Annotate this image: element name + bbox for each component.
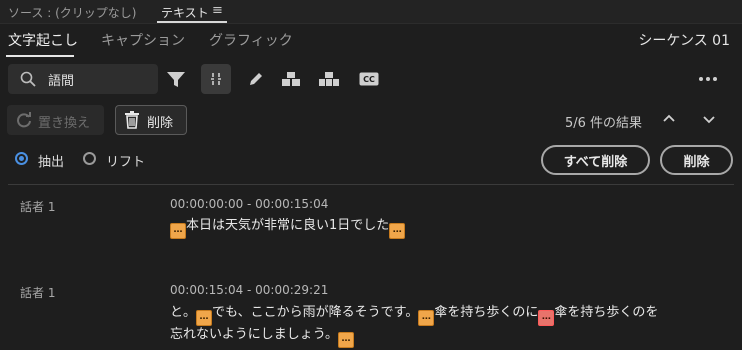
merge-clips-icon[interactable]: [316, 64, 342, 94]
sequence-name[interactable]: シーケンス 01: [638, 30, 730, 50]
transcript-text[interactable]: … 本日は天気が非常に良い1日でした…: [170, 214, 406, 239]
delete-label: 削除: [147, 116, 174, 131]
divider: [8, 184, 734, 185]
selected-pause-marker[interactable]: …: [538, 310, 555, 326]
search-icon: [20, 71, 36, 87]
lift-label[interactable]: リフト: [106, 151, 145, 170]
extract-radio[interactable]: [15, 152, 28, 165]
panel-header: ソース : (クリップなし) テキスト ≡: [0, 0, 742, 24]
pause-marker[interactable]: …: [389, 223, 406, 239]
replace-label: 置き換え: [38, 116, 91, 131]
delete-button[interactable]: 削除: [115, 105, 187, 135]
replace-button[interactable]: 置き換え: [7, 105, 104, 135]
hamburger-menu-icon[interactable]: ≡: [212, 3, 223, 18]
pause-marker[interactable]: …: [418, 310, 435, 326]
segment-text[interactable]: でも、ここから雨が降るそうです。: [212, 305, 418, 320]
timecode: 00:00:00:00 - 00:00:15:04: [170, 197, 329, 211]
tab-bar: 文字起こし キャプション グラフィック シーケンス 01: [0, 24, 742, 58]
segment-text[interactable]: 傘を持ち歩くのを: [554, 305, 658, 320]
pencil-icon[interactable]: [244, 64, 268, 94]
more-icon[interactable]: [696, 64, 720, 94]
svg-text:CC: CC: [363, 75, 375, 84]
extract-label[interactable]: 抽出: [38, 151, 64, 170]
split-segment-icon[interactable]: [278, 64, 304, 94]
filter-icon[interactable]: [164, 64, 188, 94]
segment-text[interactable]: 傘を持ち歩くのに: [434, 305, 538, 320]
source-label[interactable]: ソース : (クリップなし): [8, 4, 136, 21]
tab-transcript[interactable]: 文字起こし: [8, 30, 78, 50]
delete-all-button[interactable]: すべて削除: [541, 145, 650, 175]
tab-captions[interactable]: キャプション: [101, 30, 185, 50]
pause-marker[interactable]: …: [337, 332, 354, 348]
segment-text[interactable]: 本日は天気が非常に良い1日でした: [186, 218, 389, 233]
delete-pill-button[interactable]: 削除: [660, 145, 733, 175]
text-panel-tab[interactable]: テキスト: [161, 4, 209, 21]
chevron-up-icon[interactable]: [662, 112, 676, 126]
timecode: 00:00:15:04 - 00:00:29:21: [170, 283, 329, 297]
search-box[interactable]: [8, 64, 158, 94]
segment-text[interactable]: と。: [170, 305, 196, 320]
refresh-icon: [17, 112, 31, 128]
speaker-label[interactable]: 話者 1: [20, 284, 55, 301]
merge-segments-icon[interactable]: [201, 64, 231, 94]
panel-tab-underline: [157, 21, 227, 23]
speaker-label[interactable]: 話者 1: [20, 198, 55, 215]
captions-icon[interactable]: CC: [356, 64, 382, 94]
tab-graphics[interactable]: グラフィック: [209, 30, 293, 50]
transcript-text[interactable]: 忘れないようにしましょう。…: [170, 323, 354, 348]
trash-icon: [125, 111, 139, 129]
search-input[interactable]: [48, 68, 152, 90]
lift-radio[interactable]: [83, 152, 96, 165]
segment-text[interactable]: 忘れないようにしましょう。: [170, 327, 338, 342]
active-tab-underline: [6, 55, 74, 57]
pause-marker[interactable]: …: [170, 223, 186, 239]
chevron-down-icon[interactable]: [702, 112, 716, 126]
search-results-count: 5/6 件の結果: [565, 116, 643, 131]
